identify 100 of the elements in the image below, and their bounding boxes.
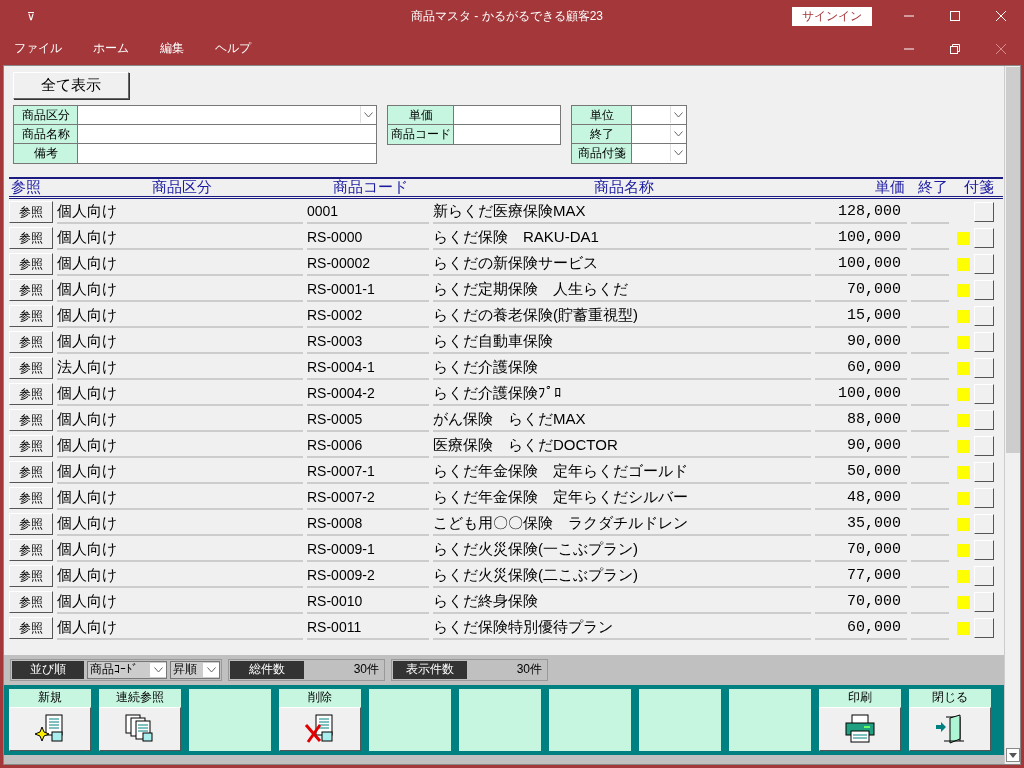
chevron-down-icon xyxy=(674,130,683,137)
table-cell: 個人向け xyxy=(57,434,303,458)
sort-dropdown[interactable]: 昇順 xyxy=(170,660,220,679)
tag-button[interactable] xyxy=(974,566,994,586)
table-cell: らくだの新保険サービス xyxy=(433,252,811,276)
view-button[interactable]: 参照 xyxy=(9,227,53,249)
table-cell: 88,000 xyxy=(815,408,907,432)
table-cell: 0001 xyxy=(307,200,429,224)
toolbar-button[interactable] xyxy=(9,706,91,751)
view-button[interactable]: 参照 xyxy=(9,539,53,561)
tag-button[interactable] xyxy=(974,384,994,404)
view-button[interactable]: 参照 xyxy=(9,487,53,509)
tag-button[interactable] xyxy=(974,436,994,456)
tag-button[interactable] xyxy=(974,228,994,248)
table-cell: RS-0001-1 xyxy=(307,278,429,302)
table-cell: 70,000 xyxy=(815,538,907,562)
table-cell: 個人向け xyxy=(57,512,303,536)
filter-label: 単位 xyxy=(572,106,632,124)
tag-button[interactable] xyxy=(974,358,994,378)
toolbar-button[interactable] xyxy=(909,706,991,751)
tag-button[interactable] xyxy=(974,592,994,612)
table-cell: 100,000 xyxy=(815,252,907,276)
view-button[interactable]: 参照 xyxy=(9,461,53,483)
menu-item[interactable]: ファイル xyxy=(0,40,76,57)
view-button[interactable]: 参照 xyxy=(9,357,53,379)
view-button[interactable]: 参照 xyxy=(9,513,53,535)
menu-item[interactable]: ホーム xyxy=(79,40,143,57)
table-cell: らくだ保険特別優待プラン xyxy=(433,616,811,640)
tag-button[interactable] xyxy=(974,332,994,352)
toolbar-button[interactable] xyxy=(279,706,361,751)
tag-button[interactable] xyxy=(974,618,994,638)
table-cell: 個人向け xyxy=(57,564,303,588)
toolbar-button[interactable] xyxy=(99,706,181,751)
column-header: 商品コード xyxy=(331,178,409,197)
scroll-down-arrow-icon[interactable] xyxy=(1008,752,1017,758)
chevron-down-icon xyxy=(364,111,373,118)
tag-button[interactable] xyxy=(974,280,994,300)
button-label: 閉じる xyxy=(931,689,969,706)
tag-button[interactable] xyxy=(974,410,994,430)
table-cell: RS-0004-1 xyxy=(307,356,429,380)
table-cell: らくだ火災保険(二こぶプラン) xyxy=(433,564,811,588)
view-button[interactable]: 参照 xyxy=(9,617,53,639)
dropdown-value: 昇順 xyxy=(173,661,197,678)
toolbar-button[interactable] xyxy=(819,706,901,751)
tag-button[interactable] xyxy=(974,202,994,222)
table-cell: 個人向け xyxy=(57,408,303,432)
table-cell: 50,000 xyxy=(815,460,907,484)
new-document-icon xyxy=(34,712,66,745)
table-cell: 医療保険 らくだDOCTOR xyxy=(433,434,811,458)
column-header: 単価 xyxy=(874,178,906,197)
view-button[interactable]: 参照 xyxy=(9,253,53,275)
view-button[interactable]: 参照 xyxy=(9,331,53,353)
table-cell: RS-0000 xyxy=(307,226,429,250)
chevron-down-icon xyxy=(674,149,683,156)
show-all-button[interactable]: 全て表示 xyxy=(13,72,129,99)
view-button[interactable]: 参照 xyxy=(9,409,53,431)
table-cell: 77,000 xyxy=(815,564,907,588)
documents-icon xyxy=(124,712,156,745)
restore-icon[interactable] xyxy=(949,42,961,55)
table-cell: 個人向け xyxy=(57,252,303,276)
table-cell: らくだ年金保険 定年らくだゴールド xyxy=(433,460,811,484)
tag-button[interactable] xyxy=(974,306,994,326)
view-button[interactable]: 参照 xyxy=(9,383,53,405)
table-cell: らくだ終身保険 xyxy=(433,590,811,614)
button-label: 印刷 xyxy=(847,689,873,706)
table-cell: 100,000 xyxy=(815,382,907,406)
view-button[interactable]: 参照 xyxy=(9,591,53,613)
menu-item[interactable]: 編集 xyxy=(146,40,198,57)
sign-in-button[interactable]: サインイン xyxy=(792,6,872,26)
table-cell: RS-0010 xyxy=(307,590,429,614)
filter-label: 商品区分 xyxy=(14,106,78,124)
table-cell: RS-0005 xyxy=(307,408,429,432)
tag-button[interactable] xyxy=(974,514,994,534)
scrollbar[interactable] xyxy=(1004,66,1020,764)
table-cell: 個人向け xyxy=(57,460,303,484)
menu-item[interactable]: ヘルプ xyxy=(201,40,265,57)
view-button[interactable]: 参照 xyxy=(9,565,53,587)
view-button[interactable]: 参照 xyxy=(9,279,53,301)
view-button[interactable]: 参照 xyxy=(9,435,53,457)
tag-button[interactable] xyxy=(974,462,994,482)
tag-button[interactable] xyxy=(974,540,994,560)
sort-dropdown[interactable]: 商品ｺｰﾄﾞ xyxy=(87,660,167,679)
table-cell: 新らくだ医療保険MAX xyxy=(433,200,811,224)
view-button[interactable]: 参照 xyxy=(9,305,53,327)
tag-button[interactable] xyxy=(974,488,994,508)
table-cell: 個人向け xyxy=(57,278,303,302)
maximize-icon[interactable] xyxy=(949,10,961,22)
filter-label: 終了 xyxy=(572,125,632,143)
quick-access-menu[interactable]: ⊽ xyxy=(0,9,62,23)
filter-label: 商品名称 xyxy=(14,125,78,143)
table-cell: 90,000 xyxy=(815,434,907,458)
button-label: 削除 xyxy=(307,689,333,706)
tag-button[interactable] xyxy=(974,254,994,274)
table-cell: 個人向け xyxy=(57,330,303,354)
table-cell: RS-0007-2 xyxy=(307,486,429,510)
table-cell: 個人向け xyxy=(57,538,303,562)
view-button[interactable]: 参照 xyxy=(9,201,53,223)
filter-label: 商品付箋 xyxy=(572,144,632,163)
table-cell: RS-0003 xyxy=(307,330,429,354)
filter-label: 商品コード xyxy=(388,125,454,144)
